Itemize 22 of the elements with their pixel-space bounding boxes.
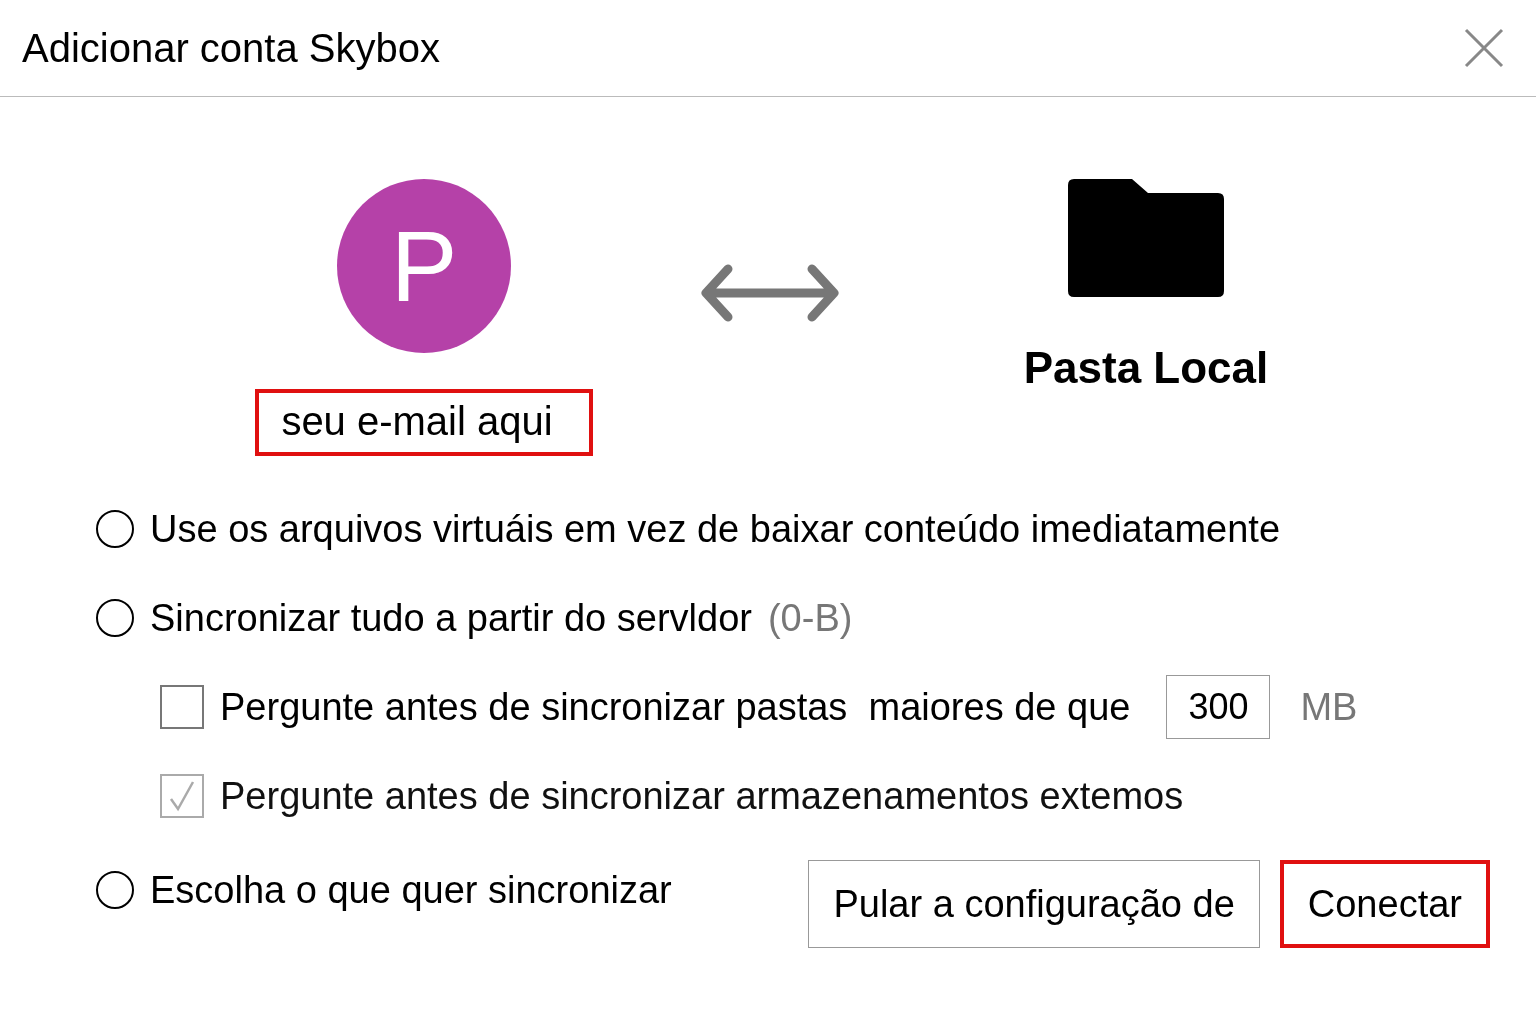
- option-label: Pergunte antes de sincronizar armazenamentos extemos: [220, 774, 1184, 818]
- close-button[interactable]: [1464, 28, 1504, 68]
- avatar: P: [337, 179, 511, 353]
- option-label: Escolha o que quer sincronizar: [150, 868, 672, 912]
- radio-button[interactable]: [96, 871, 134, 909]
- option-label: Sincronizar tudo a partir do servldor: [150, 596, 752, 640]
- checkbox[interactable]: [160, 685, 204, 729]
- checkmark-icon: [167, 779, 197, 813]
- window-title: Adicionar conta Skybox: [22, 25, 440, 71]
- unit-label: MB: [1300, 685, 1358, 729]
- size-note: (0-B): [767, 596, 853, 640]
- radio-button[interactable]: [96, 599, 134, 637]
- folder-label: Pasta Local: [1023, 343, 1269, 393]
- email-label: seu e-mail aqui: [255, 389, 593, 456]
- radio-button[interactable]: [96, 510, 134, 548]
- skip-button[interactable]: Pular a configuração de: [808, 860, 1260, 948]
- option-label: Use os arquivos virtuáis em vez de baixar conteúdo imediatamente: [150, 507, 1281, 551]
- option-label: Pergunte antes de sincronizar pastas maiores de que: [220, 685, 1131, 729]
- connect-button[interactable]: Conectar: [1279, 860, 1490, 948]
- double-arrow-icon: [700, 263, 840, 323]
- size-field[interactable]: 300: [1166, 675, 1271, 739]
- folder-icon: [1068, 179, 1224, 299]
